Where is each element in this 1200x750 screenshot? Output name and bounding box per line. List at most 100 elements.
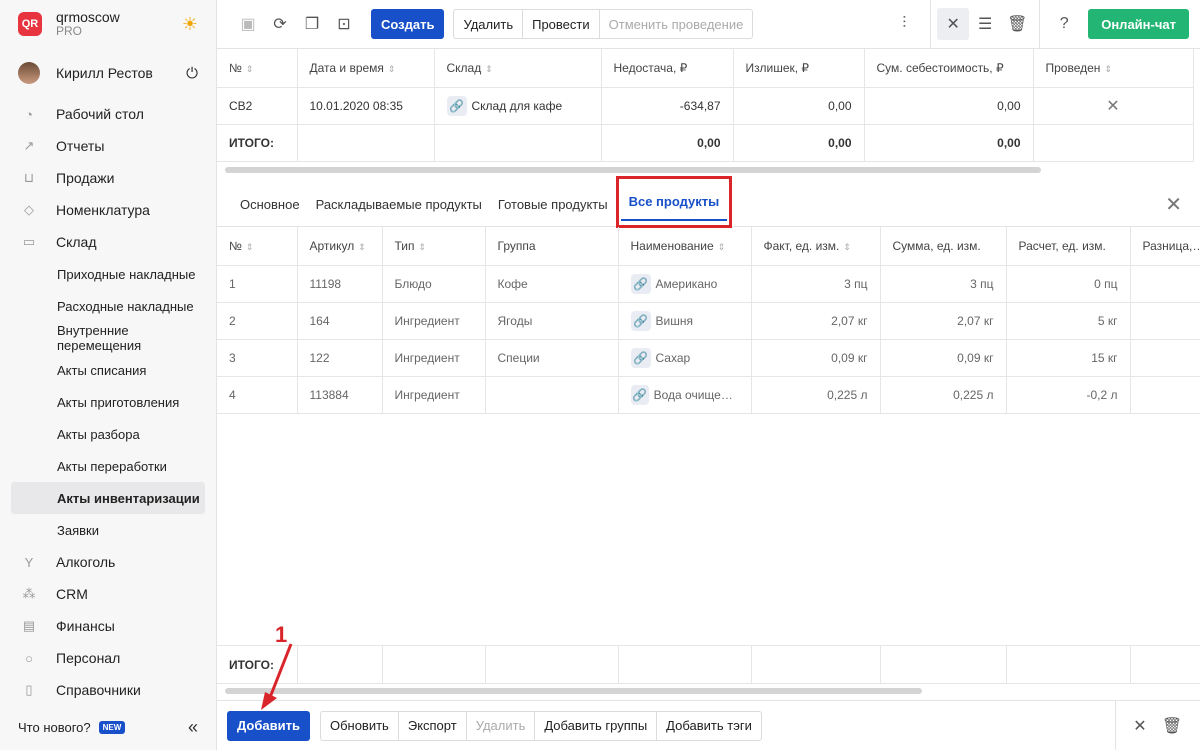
help-icon[interactable]: ? xyxy=(1048,8,1080,40)
cell-warehouse: 🔗 Склад для кафе xyxy=(434,87,602,125)
tools-icon[interactable]: ✕ xyxy=(937,8,970,40)
sidebar-item-desktop[interactable]: ◔ Рабочий стол xyxy=(0,98,216,130)
online-chat-button[interactable]: Онлайн-чат xyxy=(1088,9,1189,39)
sidebar-item-staff[interactable]: ○ Персонал xyxy=(0,642,216,674)
bottom-toolbar: Добавить Обновить Экспорт Удалить Добави… xyxy=(217,700,1200,750)
col-sku[interactable]: Артикул ⇕ xyxy=(297,227,383,266)
user-block[interactable]: Кирилл Рестов ⏻ xyxy=(0,48,216,98)
sidebar-item-directories[interactable]: ▯ Справочники xyxy=(0,674,216,706)
sidebar-item-crm[interactable]: ⁂ CRM xyxy=(0,578,216,610)
close-icon[interactable]: ✕ xyxy=(1165,192,1182,217)
col-shortage[interactable]: Недостача, ₽ xyxy=(601,49,734,88)
sidebar-item-sales[interactable]: ⊔ Продажи xyxy=(0,162,216,194)
sidebar-sub-incoming[interactable]: Приходные накладные xyxy=(0,258,216,290)
cell-group: Специи xyxy=(485,339,619,377)
refresh-button[interactable]: Обновить xyxy=(321,711,399,740)
sliders-icon[interactable]: ⫶ xyxy=(888,8,920,40)
sidebar-item-nomenclature[interactable]: ◇ Номенклатура xyxy=(0,194,216,226)
sidebar-sub-inventory[interactable]: Акты инвентаризации xyxy=(11,482,205,514)
table-row[interactable]: 3 122 Ингредиент Специи 🔗 Сахар 0,09 кг 0… xyxy=(217,339,1200,377)
table-row[interactable]: 2 164 Ингредиент Ягоды 🔗 Вишня 2,07 кг 2,… xyxy=(217,302,1200,340)
cell-name: 🔗 Сахар xyxy=(618,339,752,377)
tab-all-products[interactable]: Все продукты xyxy=(620,183,728,221)
tab-decomposable[interactable]: Раскладываемые продукты xyxy=(308,182,490,227)
sidebar-item-finance[interactable]: ▤ Финансы xyxy=(0,610,216,642)
col-type[interactable]: Тип ⇕ xyxy=(382,227,486,266)
sidebar-sub-outgoing[interactable]: Расходные накладные xyxy=(0,290,216,322)
link-icon[interactable]: 🔗 xyxy=(630,310,651,331)
cell-diff xyxy=(1130,339,1200,377)
list-icon[interactable]: ☰ xyxy=(969,8,1001,40)
col-surplus[interactable]: Излишек, ₽ xyxy=(733,49,865,88)
glass-icon: Y xyxy=(24,554,34,570)
power-icon[interactable]: ⏻ xyxy=(186,65,198,82)
cell-fact: 0,09 кг xyxy=(751,339,881,377)
cell-sku: 11198 xyxy=(297,265,383,303)
link-icon[interactable]: 🔗 xyxy=(630,273,651,294)
brand[interactable]: QR qrmoscow PRO ☀ xyxy=(0,0,216,48)
col-calc[interactable]: Расчет, ед. изм. xyxy=(1006,227,1131,266)
trash-icon[interactable]: 🗑 xyxy=(1001,8,1033,40)
cell-type: Ингредиент xyxy=(382,302,486,340)
whats-new-link[interactable]: Что нового? xyxy=(18,720,91,735)
divider xyxy=(930,0,932,49)
add-button[interactable]: Добавить xyxy=(227,710,310,741)
table-row[interactable]: 1 11198 Блюдо Кофе 🔗 Американо 3 пц 3 пц … xyxy=(217,265,1200,303)
cell-surplus: 0,00 xyxy=(733,87,865,125)
delete-button[interactable]: Удалить xyxy=(454,10,524,38)
col-num[interactable]: № ⇕ xyxy=(217,49,298,88)
col-diff[interactable]: Разница, ед. изм. xyxy=(1130,227,1200,266)
col-warehouse[interactable]: Склад ⇕ xyxy=(434,49,602,88)
sun-icon[interactable]: ☀ xyxy=(182,14,198,35)
inbox-icon[interactable]: ⊡ xyxy=(328,8,360,40)
table-row[interactable]: СВ2 10.01.2020 08:35 🔗 Склад для кафе -63… xyxy=(217,87,1194,125)
col-cost[interactable]: Сум. себестоимость, ₽ xyxy=(864,49,1034,88)
collapse-sidebar-icon[interactable]: « xyxy=(188,717,198,738)
col-date[interactable]: Дата и время ⇕ xyxy=(297,49,435,88)
col-n[interactable]: № ⇕ xyxy=(217,227,298,266)
tab-general[interactable]: Основное xyxy=(232,182,308,227)
cell-diff xyxy=(1130,376,1200,414)
col-name[interactable]: Наименование ⇕ xyxy=(618,227,752,266)
link-icon[interactable]: 🔗 xyxy=(446,95,467,116)
post-button[interactable]: Провести xyxy=(523,10,600,38)
cell-sum: 0,09 кг xyxy=(880,339,1007,377)
refresh-icon[interactable]: ⟳ xyxy=(264,8,296,40)
add-tags-button[interactable]: Добавить тэги xyxy=(657,712,761,740)
col-fact[interactable]: Факт, ед. изм. ⇕ xyxy=(751,227,881,266)
table-row[interactable]: 4 113884 Ингредиент 🔗 Вода очищенная 0,22… xyxy=(217,376,1200,414)
cross-icon: ✕ xyxy=(1106,97,1120,115)
col-posted[interactable]: Проведен ⇕ xyxy=(1033,49,1194,88)
link-icon[interactable]: 🔗 xyxy=(630,347,651,368)
cell-diff xyxy=(1130,265,1200,303)
sidebar-sub-requests[interactable]: Заявки xyxy=(0,514,216,546)
cell-type: Ингредиент xyxy=(382,376,486,414)
add-groups-button[interactable]: Добавить группы xyxy=(535,711,658,740)
tools-icon[interactable]: ✕ xyxy=(1124,710,1156,742)
create-button[interactable]: Создать xyxy=(371,9,445,39)
tab-finished[interactable]: Готовые продукты xyxy=(490,182,616,227)
col-group[interactable]: Группа xyxy=(485,227,619,266)
copy-icon[interactable]: ❐ xyxy=(296,8,328,40)
user-name: Кирилл Рестов xyxy=(56,65,153,81)
cell-posted: ✕ xyxy=(1033,87,1194,125)
export-button[interactable]: Экспорт xyxy=(399,711,467,740)
annotation-arrow-icon xyxy=(261,643,293,710)
sidebar-sub-processing[interactable]: Акты переработки xyxy=(0,450,216,482)
link-icon[interactable]: 🔗 xyxy=(630,384,649,405)
sidebar-sub-cooking[interactable]: Акты приготовления xyxy=(0,386,216,418)
unpost-button[interactable]: Отменить проведение xyxy=(600,10,753,38)
sidebar-item-warehouse[interactable]: ▭ Склад xyxy=(0,226,216,258)
sidebar-item-reports[interactable]: ↗ Отчеты xyxy=(0,130,216,162)
sidebar-item-alcohol[interactable]: Y Алкоголь xyxy=(0,546,216,578)
col-sum[interactable]: Сумма, ед. изм. xyxy=(880,227,1007,266)
delete-product-button[interactable]: Удалить xyxy=(467,711,536,740)
sidebar-sub-disassembly[interactable]: Акты разбора xyxy=(0,418,216,450)
trash-icon[interactable]: 🗑 xyxy=(1156,710,1188,742)
scrollbar-bottom[interactable] xyxy=(225,688,922,694)
scrollbar-top[interactable] xyxy=(225,167,1041,173)
sidebar-sub-transfers[interactable]: Внутренние перемещения xyxy=(0,322,216,354)
save-icon[interactable]: ▣ xyxy=(232,8,264,40)
cell-name: 🔗 Вишня xyxy=(618,302,752,340)
sidebar-sub-writeoffs[interactable]: Акты списания xyxy=(0,354,216,386)
